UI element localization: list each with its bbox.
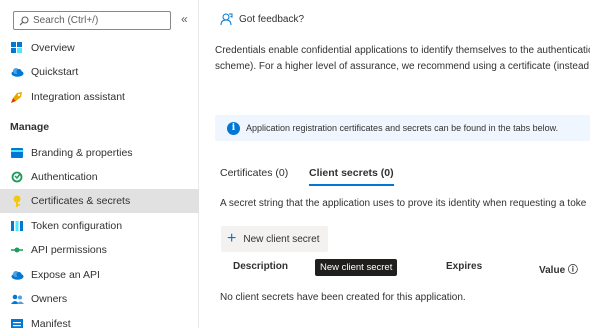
sidebar-item-quickstart[interactable]: Quickstart: [0, 60, 199, 84]
search-input[interactable]: Search (Ctrl+/): [13, 11, 171, 30]
sidebar-item-label: Authentication: [31, 171, 98, 183]
info-icon: i: [227, 121, 240, 135]
column-header-expires[interactable]: Expires: [446, 261, 482, 272]
sidebar-item-certificates-secrets[interactable]: Certificates & secrets: [0, 189, 199, 213]
collapse-sidebar-button[interactable]: «: [181, 12, 188, 26]
main-content: Got feedback? Credentials enable confide…: [200, 0, 590, 328]
sidebar-item-label: Quickstart: [31, 66, 79, 78]
empty-state-message: No client secrets have been created for …: [220, 292, 466, 303]
tab-client-secrets[interactable]: Client secrets (0): [309, 167, 394, 186]
credentials-description: Credentials enable confidential applicat…: [215, 43, 590, 75]
sidebar-item-authentication[interactable]: Authentication: [0, 165, 199, 189]
card-icon: [10, 146, 24, 160]
sidebar-item-label: Certificates & secrets: [31, 195, 131, 207]
section-manage-heading: Manage: [10, 121, 50, 133]
new-client-secret-button[interactable]: + New client secret: [221, 226, 328, 252]
people-icon: [10, 292, 24, 306]
feedback-label: Got feedback?: [239, 14, 305, 25]
sidebar-item-label: Overview: [31, 42, 75, 54]
client-secret-description: A secret string that the application use…: [220, 198, 587, 209]
grid-icon: [10, 41, 24, 55]
sidebar-item-api-permissions[interactable]: API permissions: [0, 238, 199, 262]
sidebar-item-label: Branding & properties: [31, 147, 133, 159]
new-client-secret-label: New client secret: [243, 233, 320, 245]
search-icon: [19, 15, 29, 25]
tooltip: New client secret: [315, 259, 398, 276]
bars-icon: [10, 219, 24, 233]
sidebar-item-label: Integration assistant: [31, 91, 125, 103]
sidebar-item-manifest[interactable]: Manifest: [0, 312, 199, 328]
cloud-icon: [10, 268, 24, 282]
info-text: Application registration certificates an…: [246, 123, 559, 133]
column-header-value[interactable]: Value ⓘ: [539, 261, 578, 276]
manifest-icon: [10, 317, 24, 328]
sidebar-item-owners[interactable]: Owners: [0, 287, 199, 311]
sidebar-item-label: Token configuration: [31, 220, 123, 232]
sidebar-item-expose-api[interactable]: Expose an API: [0, 263, 199, 287]
sidebar-item-label: Expose an API: [31, 269, 100, 281]
loop-icon: [10, 170, 24, 184]
plus-icon: +: [227, 230, 237, 247]
search-placeholder: Search (Ctrl+/): [33, 15, 99, 26]
description-line: Credentials enable confidential applicat…: [215, 45, 590, 56]
feedback-button[interactable]: Got feedback?: [220, 13, 304, 26]
column-header-description[interactable]: Description: [233, 261, 288, 272]
sidebar-item-integration-assistant[interactable]: Integration assistant: [0, 85, 199, 109]
sidebar-item-overview[interactable]: Overview: [0, 36, 199, 60]
feedback-icon: [220, 13, 233, 26]
api-icon: [10, 243, 24, 257]
description-line: scheme). For a higher level of assurance…: [215, 61, 590, 72]
sidebar-item-label: Owners: [31, 293, 68, 305]
sidebar: Search (Ctrl+/) « Overview Quickstart In…: [0, 0, 199, 328]
rocket-icon: [10, 90, 24, 104]
tab-certificates[interactable]: Certificates (0): [220, 167, 288, 184]
key-icon: [10, 194, 24, 208]
sidebar-item-label: API permissions: [31, 244, 107, 256]
info-banner: i Application registration certificates …: [215, 115, 590, 141]
sidebar-item-token-configuration[interactable]: Token configuration: [0, 214, 199, 238]
sidebar-item-label: Manifest: [31, 318, 71, 328]
sidebar-item-branding[interactable]: Branding & properties: [0, 141, 199, 165]
cloud-icon: [10, 65, 24, 79]
